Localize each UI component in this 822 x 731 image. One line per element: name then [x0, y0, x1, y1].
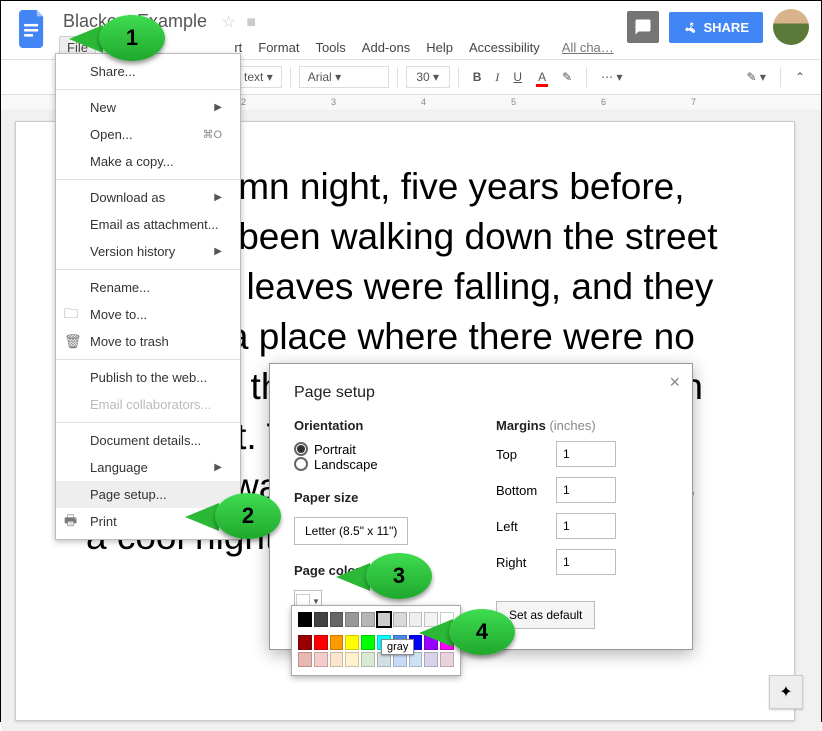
color-swatch[interactable]	[393, 612, 407, 627]
callout-4: 4	[449, 609, 515, 655]
color-swatch[interactable]	[298, 652, 312, 667]
orientation-label: Orientation	[294, 418, 466, 433]
menu-format[interactable]: Format	[250, 36, 307, 59]
color-swatch[interactable]	[345, 612, 359, 627]
color-swatch[interactable]	[330, 635, 344, 650]
menu-email-attachment[interactable]: Email as attachment...	[56, 211, 240, 238]
fontsize-input[interactable]: 30 ▾	[406, 66, 450, 88]
menu-accessibility[interactable]: Accessibility	[461, 36, 548, 59]
editing-mode-button[interactable]: ✎ ▾	[741, 66, 772, 88]
share-label: SHARE	[703, 20, 749, 35]
paper-size-dropdown[interactable]: Letter (8.5" x 11")	[294, 517, 408, 545]
margin-left-input[interactable]	[556, 513, 616, 539]
file-menu-dropdown: Share... New▶ Open...⌘O Make a copy... D…	[55, 53, 241, 540]
color-swatch[interactable]	[298, 635, 312, 650]
margin-top-input[interactable]	[556, 441, 616, 467]
folder-icon[interactable]: ■	[246, 14, 256, 31]
italic-button[interactable]: I	[489, 66, 505, 89]
paper-size-label: Paper size	[294, 490, 466, 505]
color-swatch[interactable]	[345, 635, 359, 650]
chevron-up-icon[interactable]: ⌃	[789, 66, 811, 88]
margin-left-label: Left	[496, 519, 556, 534]
menu-move-to-trash[interactable]: 🗑Move to trash	[56, 328, 240, 355]
menu-share[interactable]: Share...	[56, 58, 240, 85]
callout-3: 3	[366, 553, 432, 599]
menu-help[interactable]: Help	[418, 36, 461, 59]
star-icon[interactable]: ☆	[222, 14, 236, 31]
color-swatch[interactable]	[314, 635, 328, 650]
menu-open[interactable]: Open...⌘O	[56, 121, 240, 148]
share-button[interactable]: SHARE	[669, 12, 763, 43]
margin-right-label: Right	[496, 555, 556, 570]
menu-make-copy[interactable]: Make a copy...	[56, 148, 240, 175]
radio-portrait[interactable]: Portrait	[294, 442, 356, 457]
bold-button[interactable]: B	[467, 66, 488, 88]
color-swatch[interactable]	[424, 652, 438, 667]
menu-publish[interactable]: Publish to the web...	[56, 364, 240, 391]
all-changes-link[interactable]: All cha…	[554, 36, 622, 59]
callout-1: 1	[99, 15, 165, 61]
radio-landscape[interactable]: Landscape	[294, 457, 378, 472]
menu-tools[interactable]: Tools	[307, 36, 353, 59]
margin-top-label: Top	[496, 447, 556, 462]
comments-button[interactable]	[627, 11, 659, 43]
color-swatch[interactable]	[345, 652, 359, 667]
menu-document-details[interactable]: Document details...	[56, 427, 240, 454]
trash-icon: 🗑	[64, 333, 82, 350]
margin-bottom-label: Bottom	[496, 483, 556, 498]
highlight-button[interactable]: ✎	[556, 66, 578, 88]
color-swatch[interactable]	[377, 612, 391, 627]
color-swatch[interactable]	[361, 652, 375, 667]
menu-new[interactable]: New▶	[56, 94, 240, 121]
print-icon: 🖶	[64, 510, 77, 534]
color-swatch[interactable]	[361, 612, 375, 627]
menu-email-collaborators: Email collaborators...	[56, 391, 240, 418]
menu-download[interactable]: Download as▶	[56, 184, 240, 211]
folder-icon: 🗀	[64, 303, 78, 327]
color-tooltip: gray	[381, 639, 414, 655]
close-icon[interactable]: ×	[669, 372, 680, 393]
underline-button[interactable]: U	[507, 66, 528, 88]
color-swatch[interactable]	[330, 652, 344, 667]
color-swatch[interactable]	[330, 612, 344, 627]
menu-addons[interactable]: Add-ons	[354, 36, 418, 59]
explore-button[interactable]: ✦	[769, 675, 803, 709]
color-swatch[interactable]	[361, 635, 375, 650]
font-dropdown[interactable]: Arial ▾	[299, 66, 389, 88]
margins-label: Margins (inches)	[496, 418, 668, 433]
menu-language[interactable]: Language▶	[56, 454, 240, 481]
user-avatar[interactable]	[773, 9, 809, 45]
color-swatch[interactable]	[314, 612, 328, 627]
more-button[interactable]: ⋯ ▾	[595, 66, 628, 88]
margin-bottom-input[interactable]	[556, 477, 616, 503]
callout-2: 2	[215, 493, 281, 539]
text-color-button[interactable]: A	[530, 66, 554, 88]
docs-logo[interactable]	[13, 9, 53, 49]
color-swatch[interactable]	[314, 652, 328, 667]
menu-move-to[interactable]: 🗀Move to...	[56, 301, 240, 328]
menu-rename[interactable]: Rename...	[56, 274, 240, 301]
menu-version-history[interactable]: Version history▶	[56, 238, 240, 265]
margin-right-input[interactable]	[556, 549, 616, 575]
color-swatch[interactable]	[298, 612, 312, 627]
dialog-title: Page setup	[294, 384, 668, 402]
